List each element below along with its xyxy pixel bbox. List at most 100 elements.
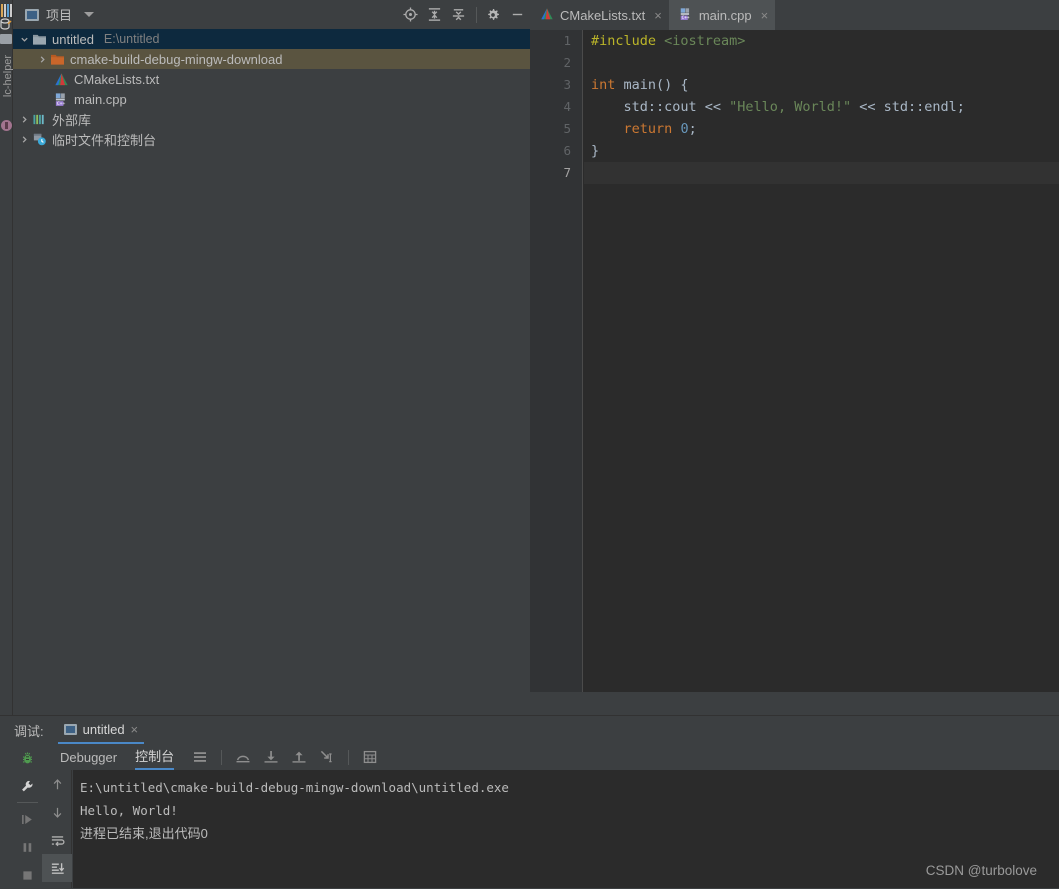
line-number: 6 xyxy=(563,143,571,158)
line-number: 1 xyxy=(563,33,571,48)
step-out-icon[interactable] xyxy=(287,745,311,769)
chevron-right-icon[interactable] xyxy=(35,49,49,69)
scroll-to-end-icon[interactable] xyxy=(42,854,72,882)
console-output[interactable]: E:\untitled\cmake-build-debug-mingw-down… xyxy=(73,770,1059,888)
tab-label: CMakeLists.txt xyxy=(560,7,646,23)
stop-program-icon[interactable] xyxy=(13,861,42,889)
plugin-dot-icon[interactable] xyxy=(1,120,12,131)
line-number: 5 xyxy=(563,121,571,136)
scroll-up-icon[interactable] xyxy=(42,770,72,798)
resume-program-icon[interactable] xyxy=(13,805,42,833)
console-line: Hello, World! xyxy=(80,803,178,818)
toolbar-divider xyxy=(476,6,477,23)
code-line: return 0; xyxy=(623,121,697,137)
debug-header: 调试: untitled × xyxy=(0,716,1059,744)
close-icon[interactable]: × xyxy=(654,8,662,23)
hide-panel-icon[interactable] xyxy=(506,4,528,26)
project-panel-icon xyxy=(25,8,39,21)
chevron-right-icon[interactable] xyxy=(17,109,31,129)
console-line: E:\untitled\cmake-build-debug-mingw-down… xyxy=(80,780,509,795)
pause-program-icon[interactable] xyxy=(13,833,42,861)
debug-toolbar: Debugger 控制台 xyxy=(42,744,1059,770)
debug-session-tab[interactable]: untitled × xyxy=(57,716,145,744)
chevron-right-icon[interactable] xyxy=(17,129,31,149)
folder-icon[interactable] xyxy=(0,34,12,44)
console-line: 进程已结束,退出代码0 xyxy=(80,826,208,841)
close-icon[interactable]: × xyxy=(131,722,139,737)
collapse-all-icon[interactable] xyxy=(447,4,469,26)
step-over-icon[interactable] xyxy=(231,745,255,769)
rail-divider xyxy=(17,802,38,803)
editor-bottom-gap xyxy=(530,692,1059,694)
close-icon[interactable]: × xyxy=(761,8,769,23)
code-line xyxy=(584,162,1059,184)
tree-row[interactable]: 外部库 xyxy=(13,109,530,129)
editor-tab-bar: CMakeLists.txt × C++ main.cpp × xyxy=(530,0,1059,30)
debug-tab-label: 控制台 xyxy=(135,749,175,764)
debug-bug-icon[interactable] xyxy=(13,744,42,772)
debug-body: Debugger 控制台 E:\untitled\cmake-build-deb… xyxy=(0,744,1059,888)
tab-main-cpp[interactable]: C++ main.cpp × xyxy=(668,0,776,30)
debug-side-rail xyxy=(13,744,42,888)
tree-row-label: CMakeLists.txt xyxy=(74,71,160,87)
tab-cmakelists-txt[interactable]: CMakeLists.txt × xyxy=(530,0,669,30)
library-icon[interactable] xyxy=(1,4,12,18)
project-panel-title: 项目 xyxy=(46,8,73,23)
cmake-file-icon xyxy=(53,71,70,88)
svg-text:C++: C++ xyxy=(57,100,66,106)
chevron-down-icon[interactable] xyxy=(84,12,95,17)
external-libraries-icon xyxy=(31,111,48,128)
tree-row[interactable]: cmake-build-debug-mingw-download xyxy=(13,49,530,69)
chevron-down-icon[interactable] xyxy=(17,29,31,49)
cpp-file-icon: C++ xyxy=(53,91,70,108)
project-panel-header: 项目 xyxy=(13,0,530,29)
step-into-icon[interactable] xyxy=(259,745,283,769)
debug-session-label: untitled xyxy=(82,721,125,737)
run-configuration-icon xyxy=(63,723,77,735)
code-line: int main() { xyxy=(591,77,689,93)
code-line: #include <iostream> xyxy=(591,33,746,49)
svg-text:C++: C++ xyxy=(681,15,689,21)
watermark-text: CSDN @turbolove xyxy=(925,863,1037,878)
soft-wrap-icon[interactable] xyxy=(42,826,72,854)
line-number: 7 xyxy=(563,165,571,180)
debug-header-label: 调试: xyxy=(14,723,44,739)
line-number: 3 xyxy=(563,77,571,92)
code-text-area[interactable]: #include <iostream> int main() { std::co… xyxy=(584,30,1059,692)
project-tree[interactable]: untitled E:\untitled cmake-build-debug-m… xyxy=(13,29,530,715)
select-opened-file-icon[interactable] xyxy=(399,4,421,26)
tree-row[interactable]: C++ main.cpp xyxy=(13,89,530,109)
tree-row[interactable]: untitled E:\untitled xyxy=(13,29,530,49)
code-line: std::cout << "Hello, World!" << std::end… xyxy=(591,99,965,115)
tree-row[interactable]: 临时文件和控制台 xyxy=(13,129,530,149)
run-to-cursor-icon[interactable] xyxy=(315,745,339,769)
folder-excluded-icon xyxy=(49,51,66,68)
line-number: 2 xyxy=(563,55,571,70)
show-execution-point-icon[interactable] xyxy=(188,745,212,769)
tree-row-label: untitled xyxy=(52,31,94,47)
tab-console[interactable]: 控制台 xyxy=(135,744,175,770)
scroll-down-icon[interactable] xyxy=(42,798,72,826)
editor-gutter[interactable]: 1 2 3 4 5 6 7 xyxy=(530,30,583,692)
toolbar-divider xyxy=(348,749,350,765)
wrench-settings-icon[interactable] xyxy=(13,772,42,800)
folder-module-icon xyxy=(31,31,48,48)
cpp-file-icon: C++ xyxy=(679,7,693,24)
code-line: } xyxy=(591,143,600,159)
tree-row-label: cmake-build-debug-mingw-download xyxy=(70,51,283,67)
expand-all-icon[interactable] xyxy=(423,4,445,26)
console-side-rail xyxy=(42,770,72,888)
tree-row[interactable]: CMakeLists.txt xyxy=(13,69,530,89)
settings-gear-icon[interactable] xyxy=(482,4,504,26)
tree-row-label: 临时文件和控制台 xyxy=(52,132,157,148)
tree-row-label: main.cpp xyxy=(74,91,127,107)
tab-debugger[interactable]: Debugger xyxy=(60,744,117,770)
evaluate-expression-icon[interactable] xyxy=(358,745,382,769)
line-number: 4 xyxy=(563,99,571,114)
tab-label: main.cpp xyxy=(698,7,752,23)
tree-row-path: E:\untitled xyxy=(103,32,160,46)
tree-row-label: 外部库 xyxy=(52,112,92,128)
database-icon[interactable] xyxy=(0,18,12,31)
code-editor[interactable]: 1 2 3 4 5 6 7 #include <iostream> int ma… xyxy=(530,30,1059,692)
